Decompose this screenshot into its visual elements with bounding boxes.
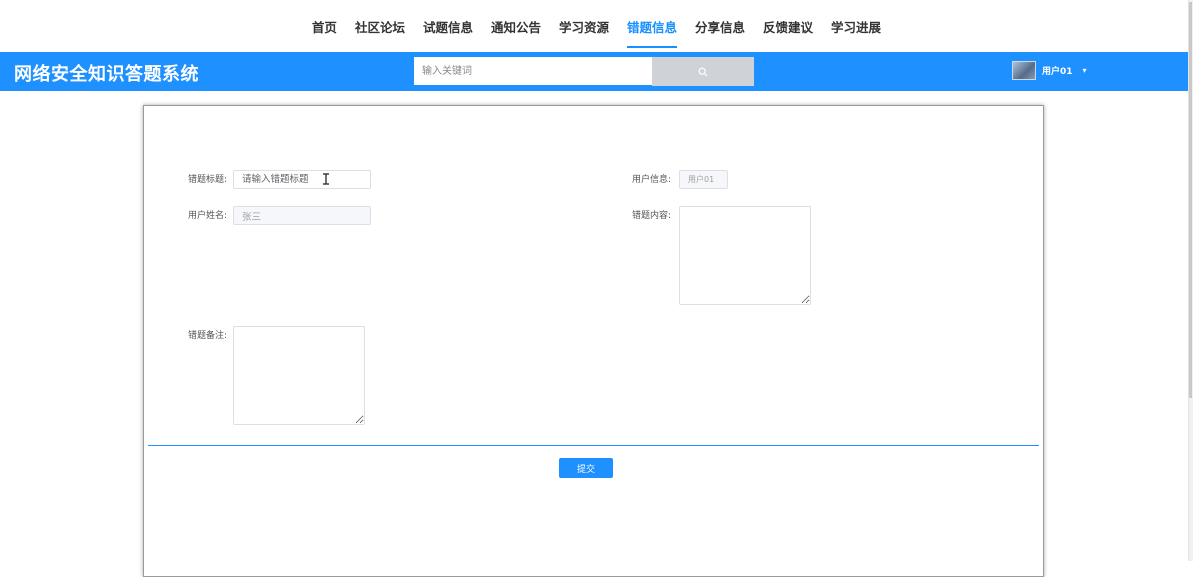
search-button[interactable] [652, 57, 754, 86]
top-navigation: 首页 社区论坛 试题信息 通知公告 学习资源 错题信息 分享信息 反馈建议 学习进展 [0, 0, 1193, 52]
wrong-question-form: 错题标题: 用户信息: 用户姓名: 错题内容: 错题备注: 提交 [143, 105, 1044, 577]
text-cursor-icon [323, 173, 329, 185]
user-name: 用户01 [1042, 66, 1073, 77]
header-bar: 网络安全知识答题系统 用户01 ▾ [0, 52, 1188, 91]
nav-item-7[interactable]: 反馈建议 [754, 0, 822, 52]
chevron-down-icon: ▾ [1082, 65, 1087, 75]
nav-item-1[interactable]: 社区论坛 [346, 0, 414, 52]
nav-item-3[interactable]: 通知公告 [482, 0, 550, 52]
form-divider [148, 445, 1039, 446]
page-scrollbar-thumb[interactable] [1189, 2, 1192, 398]
username-label: 用户姓名: [187, 211, 227, 221]
title-input[interactable] [233, 170, 371, 189]
submit-button[interactable]: 提交 [559, 458, 613, 478]
userinfo-field[interactable] [679, 170, 728, 189]
search-input[interactable] [414, 57, 652, 85]
nav-item-6[interactable]: 分享信息 [686, 0, 754, 52]
remark-label: 错题备注: [187, 331, 227, 341]
user-menu[interactable]: 用户01 ▾ [1012, 57, 1087, 83]
remark-textarea[interactable] [233, 326, 365, 425]
content-label: 错题内容: [631, 211, 671, 221]
content-textarea[interactable] [679, 206, 811, 305]
search-icon [698, 67, 708, 76]
nav-item-2[interactable]: 试题信息 [414, 0, 482, 52]
username-field[interactable] [233, 206, 371, 225]
nav-item-8[interactable]: 学习进展 [822, 0, 890, 52]
title-label: 错题标题: [187, 175, 227, 185]
nav-item-5[interactable]: 错题信息 [618, 0, 686, 52]
nav-item-0[interactable]: 首页 [303, 0, 346, 52]
avatar [1012, 60, 1036, 80]
nav-item-4[interactable]: 学习资源 [550, 0, 618, 52]
userinfo-label: 用户信息: [631, 175, 671, 185]
site-title: 网络安全知识答题系统 [14, 64, 199, 85]
